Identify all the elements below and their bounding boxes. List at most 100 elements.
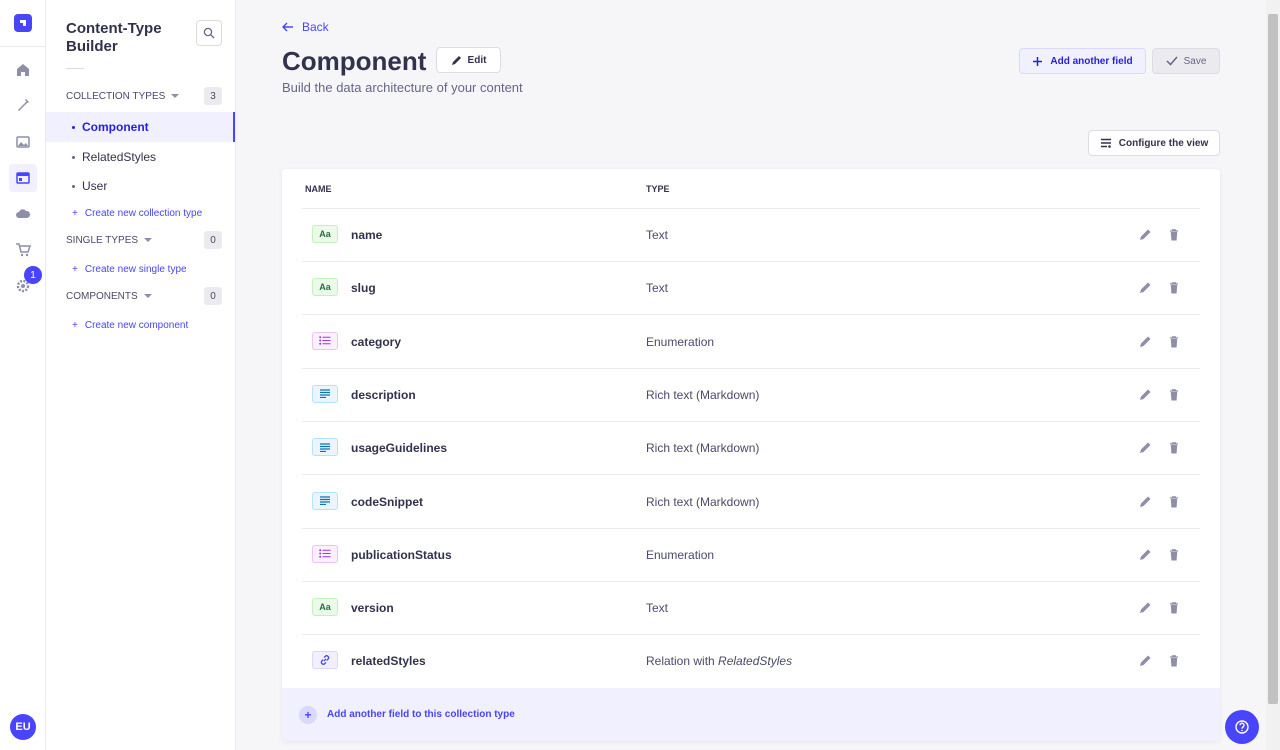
bullet-dot	[72, 155, 75, 159]
plus-circle-icon: +	[299, 705, 317, 724]
sidebar-item-component[interactable]: Component	[46, 112, 235, 142]
page-title: Component	[282, 46, 427, 76]
components-count: 0	[204, 287, 222, 305]
help-button[interactable]	[1225, 710, 1259, 744]
pencil-icon	[451, 55, 461, 65]
table-row: codeSnippet Rich text (Markdown)	[302, 476, 1200, 529]
back-link[interactable]: Back	[282, 20, 329, 34]
delete-field-trash-icon[interactable]	[1167, 335, 1181, 349]
field-name: slug	[351, 281, 376, 296]
field-type: Rich text (Markdown)	[646, 441, 760, 456]
caret-down-icon	[171, 94, 180, 98]
field-type: Text	[646, 601, 669, 616]
edit-field-pencil-icon[interactable]	[1138, 228, 1152, 242]
table-row: category Enumeration	[302, 316, 1200, 369]
components-section[interactable]: Components 0	[66, 287, 222, 305]
field-name: codeSnippet	[351, 494, 424, 509]
content-type-builder-icon[interactable]	[9, 164, 37, 192]
rich-text-icon	[312, 491, 338, 510]
delete-field-trash-icon[interactable]	[1167, 601, 1181, 615]
delete-field-trash-icon[interactable]	[1167, 548, 1181, 562]
sidebar-item-label: RelatedStyles	[82, 150, 157, 164]
edit-button[interactable]: Edit	[436, 47, 501, 73]
column-header-type: Type	[646, 184, 670, 194]
home-icon[interactable]	[9, 56, 37, 84]
delete-field-trash-icon[interactable]	[1167, 281, 1181, 295]
rich-text-icon	[312, 438, 338, 457]
bullet-dot	[72, 184, 75, 188]
edit-field-pencil-icon[interactable]	[1138, 601, 1152, 615]
table-row: relatedStyles Relation with RelatedStyles	[302, 635, 1200, 688]
edit-field-pencil-icon[interactable]	[1138, 335, 1152, 349]
field-name: category	[351, 334, 402, 349]
table-header: Name Type	[302, 169, 1200, 209]
table-row: Aa version Text	[302, 582, 1200, 636]
edit-field-pencil-icon[interactable]	[1138, 654, 1152, 668]
text-field-icon: Aa	[312, 598, 338, 617]
notification-badge: 1	[24, 266, 42, 284]
field-type: Rich text (Markdown)	[646, 494, 760, 509]
configure-view-button[interactable]: Configure the view	[1088, 130, 1220, 156]
field-name: name	[351, 228, 383, 242]
field-name: usageGuidelines	[351, 441, 448, 456]
sidebar-item-user[interactable]: User	[46, 171, 235, 201]
field-type: Relation with RelatedStyles	[646, 654, 793, 669]
user-avatar[interactable]: EU	[10, 714, 36, 740]
edit-field-pencil-icon[interactable]	[1138, 548, 1152, 562]
caret-down-icon	[144, 238, 153, 242]
sidebar-item-relatedstyles[interactable]: RelatedStyles	[46, 142, 235, 172]
column-header-name: Name	[305, 184, 332, 194]
delete-field-trash-icon[interactable]	[1167, 654, 1181, 668]
single-types-section[interactable]: Single types 0	[66, 231, 222, 249]
edit-field-pencil-icon[interactable]	[1138, 388, 1152, 402]
collection-types-label: Collection types	[66, 90, 166, 102]
sidebar-item-label: Component	[82, 120, 149, 134]
edit-field-pencil-icon[interactable]	[1138, 441, 1152, 455]
media-library-icon[interactable]	[9, 128, 37, 156]
table-row: usageGuidelines Rich text (Markdown)	[302, 422, 1200, 476]
create-component-link[interactable]: + Create new component	[72, 320, 188, 331]
arrow-left-icon	[282, 22, 293, 32]
subnav-search-button[interactable]	[196, 20, 222, 46]
single-types-label: Single types	[66, 234, 139, 246]
field-type: Rich text (Markdown)	[646, 387, 760, 402]
collection-types-section[interactable]: Collection types 3	[66, 87, 222, 105]
plus-icon: +	[72, 264, 78, 275]
table-row: Aa name Text	[302, 209, 1200, 262]
relation-icon	[312, 651, 338, 670]
subnav-title: Content-Type Builder	[66, 20, 162, 55]
list-settings-icon	[1100, 138, 1111, 148]
rail-divider	[0, 46, 46, 47]
page-subtitle: Build the data architecture of your cont…	[282, 80, 523, 95]
content-manager-icon[interactable]	[9, 91, 37, 119]
delete-field-trash-icon[interactable]	[1167, 388, 1181, 402]
strapi-logo-icon[interactable]	[14, 14, 32, 32]
field-type: Enumeration	[646, 334, 715, 349]
plus-icon: +	[72, 208, 78, 219]
add-another-field-button[interactable]: Add another field	[1019, 48, 1146, 74]
text-field-icon: Aa	[312, 278, 338, 297]
table-row: description Rich text (Markdown)	[302, 369, 1200, 422]
create-collection-type-link[interactable]: + Create new collection type	[72, 208, 202, 219]
enumeration-icon	[312, 331, 338, 350]
question-mark-icon	[1235, 720, 1249, 734]
marketplace-cart-icon[interactable]	[9, 236, 37, 264]
delete-field-trash-icon[interactable]	[1167, 495, 1181, 509]
edit-field-pencil-icon[interactable]	[1138, 281, 1152, 295]
scrollbar-thumb[interactable]	[1268, 14, 1278, 704]
save-button[interactable]: Save	[1152, 48, 1220, 74]
plus-icon	[1033, 56, 1043, 66]
table-row: publicationStatus Enumeration	[302, 529, 1200, 582]
field-name: publicationStatus	[351, 547, 452, 562]
delete-field-trash-icon[interactable]	[1167, 441, 1181, 455]
field-type: Text	[646, 281, 669, 296]
plus-icon: +	[72, 320, 78, 331]
add-field-to-collection-button[interactable]: + Add another field to this collection t…	[282, 688, 1220, 741]
delete-field-trash-icon[interactable]	[1167, 228, 1181, 242]
edit-field-pencil-icon[interactable]	[1138, 495, 1152, 509]
cloud-icon[interactable]	[9, 200, 37, 228]
bullet-dot	[72, 125, 75, 129]
create-single-type-link[interactable]: + Create new single type	[72, 264, 187, 275]
fields-table: Name Type Aa name Text Aa slug Text category En…	[282, 169, 1220, 741]
text-field-icon: Aa	[312, 225, 338, 243]
